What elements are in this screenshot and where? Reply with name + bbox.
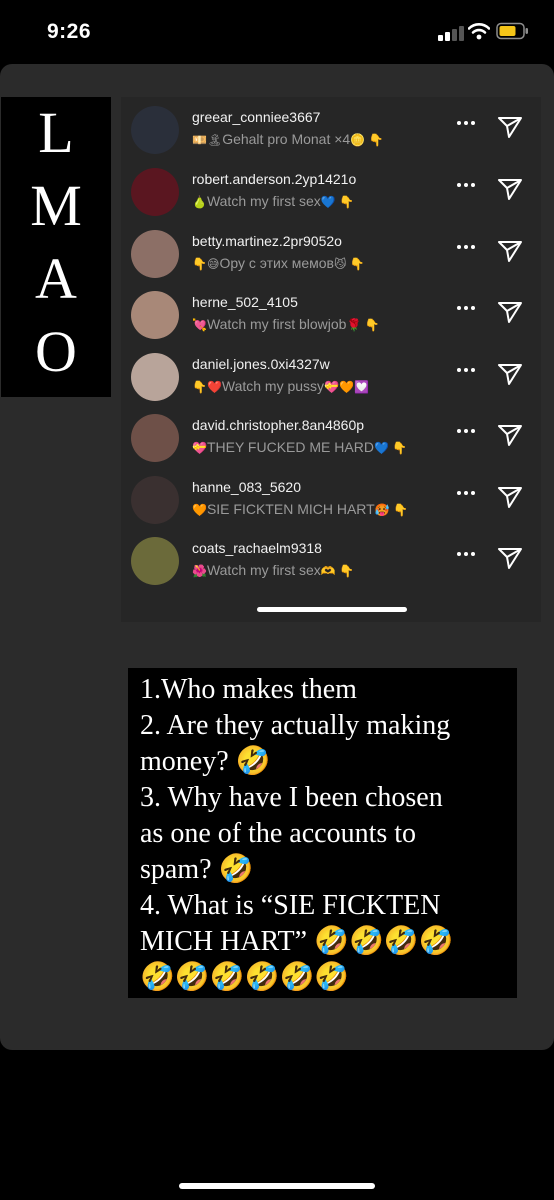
emoji-prefix: 🧡 <box>192 503 207 517</box>
message-request-row[interactable]: robert.anderson.2yp1421o 🍐Watch my first … <box>121 162 541 222</box>
caption-text: 1.Who makes them 2. Are they actually mak… <box>140 672 515 996</box>
message-text: THEY FUCKED ME HARD <box>206 439 374 455</box>
emoji-suffix: 🥵 👇 <box>374 503 408 517</box>
send-icon[interactable] <box>497 545 523 571</box>
emoji-prefix: 👇❤️ <box>192 380 222 394</box>
send-icon[interactable] <box>497 238 523 264</box>
message-text: Gehalt pro Monat ×4 <box>222 131 351 147</box>
username: daniel.jones.0xi4327w <box>192 356 330 372</box>
send-icon[interactable] <box>497 299 523 325</box>
username: david.christopher.8an4860p <box>192 417 365 433</box>
caption-line: as one of the accounts to <box>140 818 417 849</box>
caption-line: 4. What is “SIE FICKTEN <box>140 890 441 921</box>
caption-line: spam? 🤣 <box>140 854 254 885</box>
emoji-suffix: 🌹 👇 <box>346 318 380 332</box>
message-preview: 💴🏝Gehalt pro Monat ×4🪙 👇 <box>192 131 383 147</box>
emoji-suffix: 🫶 👇 <box>320 564 354 578</box>
username: coats_rachaelm9318 <box>192 540 322 556</box>
message-preview: 👇❤️Watch my pussy💝🧡💟 <box>192 378 369 394</box>
username: hanne_083_5620 <box>192 479 302 495</box>
sidebar-letter: A <box>35 246 77 311</box>
caption-box: 1.Who makes them 2. Are they actually mak… <box>128 668 517 998</box>
more-options-icon[interactable] <box>457 424 479 438</box>
send-icon[interactable] <box>497 176 523 202</box>
avatar[interactable] <box>131 414 179 462</box>
more-options-icon[interactable] <box>457 178 479 192</box>
emoji-prefix: 💝 <box>192 441 207 455</box>
message-text: Ору с этих мемов <box>219 255 334 271</box>
avatar[interactable] <box>131 476 179 524</box>
message-request-row[interactable]: daniel.jones.0xi4327w 👇❤️Watch my pussy💝🧡… <box>121 347 541 407</box>
message-request-row[interactable]: hanne_083_5620 🧡SIE FICKTEN MICH HART🥵 👇 <box>121 470 541 530</box>
caption-line: 1.Who makes them <box>140 674 357 705</box>
message-preview: 💝THEY FUCKED ME HARD💙 👇 <box>192 439 407 455</box>
emoji-suffix: 🪙 👇 <box>350 133 384 147</box>
send-icon[interactable] <box>497 361 523 387</box>
emoji-suffix: 💙 👇 <box>320 195 354 209</box>
caption-line: money? 🤣 <box>140 746 271 777</box>
emoji-suffix: 😼 👇 <box>333 257 365 271</box>
sidebar-letter: M <box>30 173 82 238</box>
message-preview: 🌺Watch my first sex🫶 👇 <box>192 562 354 578</box>
battery-icon <box>496 22 528 40</box>
message-text: SIE FICKTEN MICH HART <box>206 501 375 517</box>
more-options-icon[interactable] <box>457 486 479 500</box>
emoji-prefix: 💴🏝 <box>192 133 223 147</box>
sidebar-letter: O <box>35 319 77 384</box>
username: herne_502_4105 <box>192 294 298 310</box>
avatar[interactable] <box>131 106 179 154</box>
message-text: Watch my first sex <box>206 562 321 578</box>
sidebar-letter: L <box>38 100 74 165</box>
lmao-sidebar: L M A O <box>1 97 111 397</box>
emoji-prefix: 👇😅 <box>192 257 220 271</box>
message-preview: 🍐Watch my first sex💙 👇 <box>192 193 354 209</box>
caption-line: 🤣🤣🤣🤣🤣🤣 <box>140 962 350 993</box>
username: greear_conniee3667 <box>192 109 321 125</box>
message-preview: 💘Watch my first blowjob🌹 👇 <box>192 316 380 332</box>
send-icon[interactable] <box>497 114 523 140</box>
emoji-suffix: 💙 👇 <box>373 441 408 455</box>
message-text: Watch my first sex <box>206 193 321 209</box>
avatar[interactable] <box>131 291 179 339</box>
message-text: Watch my first blowjob <box>206 316 347 332</box>
avatar[interactable] <box>131 230 179 278</box>
emoji-prefix: 🌺 <box>192 564 207 578</box>
more-options-icon[interactable] <box>457 301 479 315</box>
send-icon[interactable] <box>497 422 523 448</box>
message-request-row[interactable]: coats_rachaelm9318 🌺Watch my first sex🫶 👇 <box>121 531 541 591</box>
emoji-prefix: 💘 <box>192 318 207 332</box>
embedded-home-indicator <box>257 607 407 612</box>
message-request-row[interactable]: david.christopher.8an4860p 💝THEY FUCKED M… <box>121 408 541 468</box>
send-icon[interactable] <box>497 484 523 510</box>
emoji-prefix: 🍐 <box>192 195 207 209</box>
more-options-icon[interactable] <box>457 116 479 130</box>
emoji-suffix: 💝🧡💟 <box>324 380 369 394</box>
message-request-row[interactable]: herne_502_4105 💘Watch my first blowjob🌹 👇 <box>121 285 541 345</box>
message-requests-list: greear_conniee3667 💴🏝Gehalt pro Monat ×4🪙… <box>121 97 541 622</box>
avatar[interactable] <box>131 537 179 585</box>
home-indicator[interactable] <box>179 1183 375 1189</box>
status-time: 9:26 <box>47 20 92 43</box>
message-request-row[interactable]: greear_conniee3667 💴🏝Gehalt pro Monat ×4🪙… <box>121 100 541 160</box>
caption-line: 2. Are they actually making <box>140 710 451 741</box>
more-options-icon[interactable] <box>457 547 479 561</box>
username: betty.martinez.2pr9052o <box>192 233 342 249</box>
wifi-icon <box>468 23 490 40</box>
caption-line: 3. Why have I been chosen <box>140 782 443 813</box>
avatar[interactable] <box>131 168 179 216</box>
message-preview: 🧡SIE FICKTEN MICH HART🥵 👇 <box>192 501 408 517</box>
username: robert.anderson.2yp1421o <box>192 171 357 187</box>
more-options-icon[interactable] <box>457 240 479 254</box>
cellular-signal-icon <box>438 24 464 41</box>
caption-line: MICH HART” 🤣🤣🤣🤣 <box>140 926 454 957</box>
status-bar: 9:26 <box>0 0 554 64</box>
avatar[interactable] <box>131 353 179 401</box>
message-preview: 👇😅Ору с этих мемов😼 👇 <box>192 255 365 271</box>
message-text: Watch my pussy <box>221 378 325 394</box>
message-request-row[interactable]: betty.martinez.2pr9052o 👇😅Ору с этих мемо… <box>121 224 541 284</box>
more-options-icon[interactable] <box>457 363 479 377</box>
